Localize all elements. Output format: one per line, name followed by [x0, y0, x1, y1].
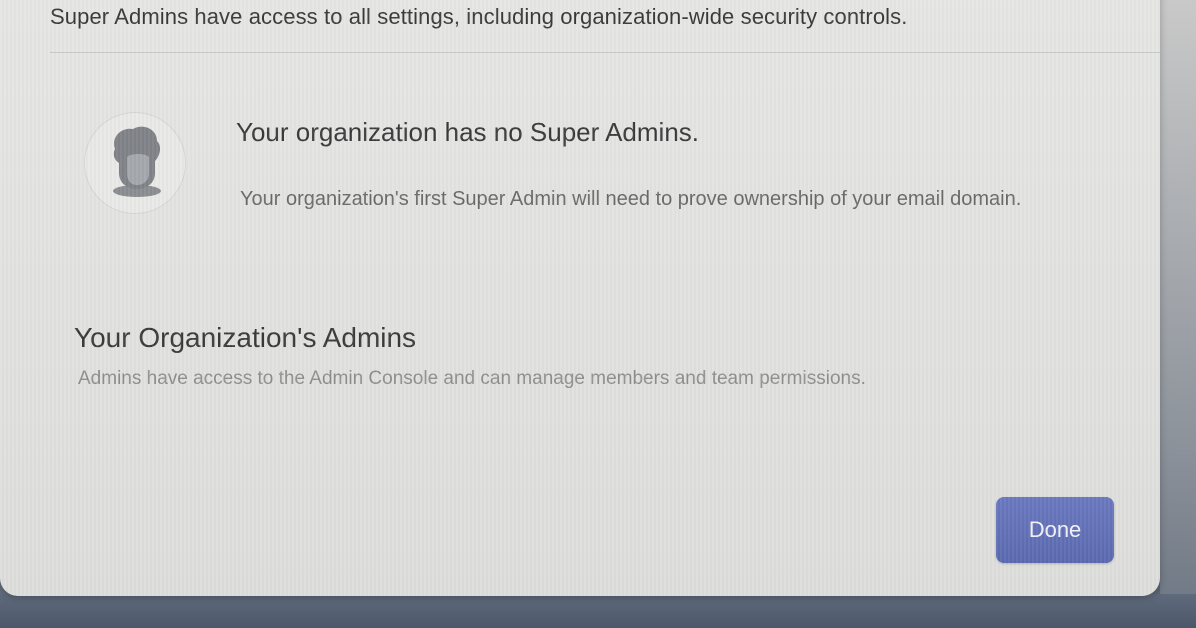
backdrop-bottom — [0, 594, 1196, 628]
no-super-admins-title: Your organization has no Super Admins. — [236, 117, 700, 147]
no-super-admins-description: Your organization's first Super Admin wi… — [240, 188, 1022, 210]
section-divider — [50, 52, 1160, 53]
person-avatar-icon-graphic — [85, 113, 185, 213]
super-admins-description: Super Admins have access to all settings… — [50, 4, 908, 29]
admins-section-description: Admins have access to the Admin Console … — [78, 368, 866, 389]
person-avatar-icon — [84, 112, 186, 214]
done-button[interactable]: Done — [996, 497, 1114, 563]
admins-dialog: Super Admins have access to all settings… — [0, 0, 1160, 596]
backdrop-right — [1160, 0, 1196, 628]
admins-section-title: Your Organization's Admins — [74, 322, 417, 353]
